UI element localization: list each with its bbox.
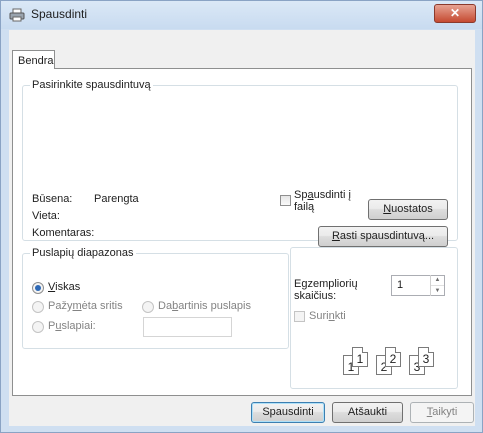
print-dialog-window: Spausdinti ✕ Bendra Pasirinkite spausdin… xyxy=(0,0,483,433)
range-selection-radio[interactable] xyxy=(32,301,44,313)
copies-label: Egzempliorių skaičius: xyxy=(294,278,358,302)
status-value: Parengta xyxy=(94,193,139,205)
printer-icon xyxy=(9,8,25,22)
copies-value: 1 xyxy=(397,279,404,291)
window-title: Spausdinti xyxy=(31,7,88,21)
tab-general[interactable]: Bendra xyxy=(12,50,55,69)
collate-label: Surinkti xyxy=(309,310,346,322)
copies-spin-buttons[interactable]: ▲ ▼ xyxy=(430,275,444,296)
collate-page-icon: 3 xyxy=(418,347,434,367)
print-button[interactable]: Spausdinti xyxy=(251,402,325,423)
range-all-radio[interactable] xyxy=(32,282,44,294)
apply-button[interactable]: Taikyti xyxy=(410,402,474,423)
collate-page-icon: 2 xyxy=(385,347,401,367)
print-to-file-checkbox[interactable] xyxy=(280,195,291,206)
range-pages-label: Puslapiai: xyxy=(48,320,96,332)
range-all-label[interactable]: Viskas xyxy=(48,281,80,293)
status-label: Būsena: xyxy=(32,193,73,205)
tab-panel-general: Pasirinkite spausdintuvą Būsena: Parengt… xyxy=(12,68,472,396)
copies-spinner[interactable]: 1 ▲ ▼ xyxy=(391,275,445,296)
dialog-client-area: Bendra Pasirinkite spausdintuvą Būsena: … xyxy=(9,30,475,426)
range-pages-radio[interactable] xyxy=(32,321,44,333)
close-icon: ✕ xyxy=(449,6,461,20)
title-bar[interactable]: Spausdinti ✕ xyxy=(1,1,482,29)
location-label: Vieta: xyxy=(32,210,60,222)
collate-page-icon: 1 xyxy=(352,347,368,367)
spin-down-icon[interactable]: ▼ xyxy=(431,286,444,296)
range-current-radio[interactable] xyxy=(142,301,154,313)
find-printer-button[interactable]: Rasti spausdintuvą... xyxy=(318,226,448,247)
range-selection-label: Pažymėta sritis xyxy=(48,300,123,312)
preferences-button[interactable]: Nuostatos xyxy=(368,199,448,220)
cancel-button[interactable]: Atšaukti xyxy=(332,402,403,423)
comment-label: Komentaras: xyxy=(32,227,95,239)
range-current-label: Dabartinis puslapis xyxy=(158,300,251,312)
printer-group-legend: Pasirinkite spausdintuvą xyxy=(32,79,151,91)
collate-checkbox[interactable] xyxy=(294,311,305,322)
pages-input[interactable] xyxy=(143,317,232,337)
spin-up-icon[interactable]: ▲ xyxy=(431,275,444,286)
page-range-legend: Puslapių diapazonas xyxy=(32,247,134,259)
close-button[interactable]: ✕ xyxy=(434,4,476,23)
print-to-file-label[interactable]: Spausdinti į failą xyxy=(294,189,351,213)
